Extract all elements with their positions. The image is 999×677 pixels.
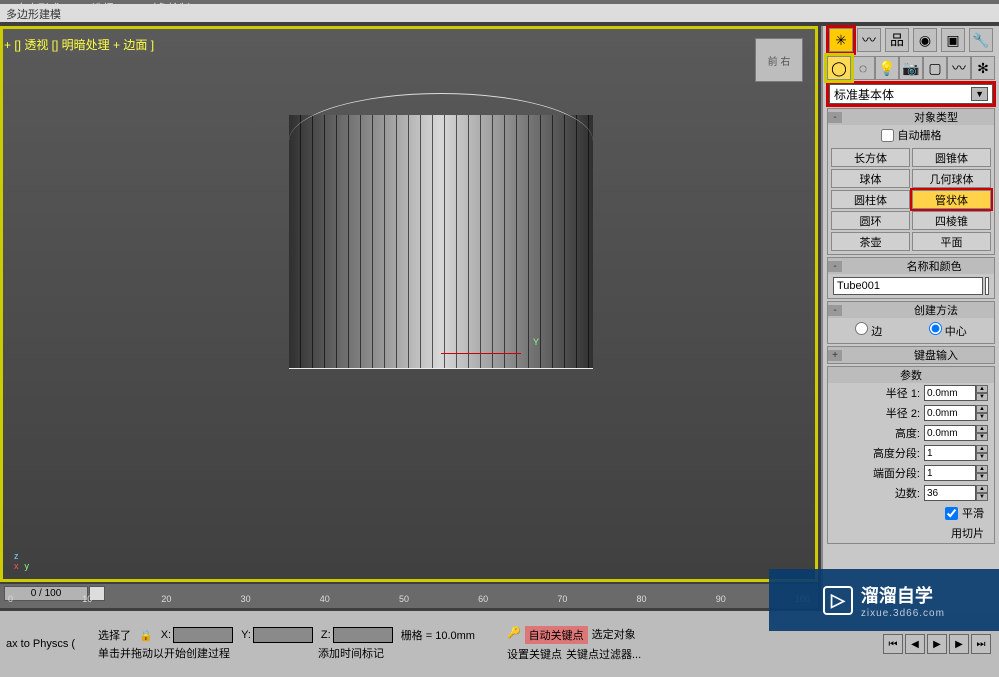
time-ruler: 01020 304050 607080 90100: [0, 594, 818, 608]
viewport-perspective[interactable]: Y: [0, 26, 818, 582]
maxscript-listener[interactable]: ax to Physcs (: [6, 638, 86, 650]
motion-tab-icon[interactable]: ◉: [913, 28, 937, 52]
prompt-line: 单击并拖动以开始创建过程: [98, 645, 230, 661]
geometry-category-dropdown[interactable]: 标准基本体 ▼: [829, 84, 993, 104]
rollout-toggle[interactable]: +: [828, 350, 842, 361]
radius1-spinner[interactable]: [924, 385, 976, 401]
rollout-toggle[interactable]: -: [828, 112, 842, 123]
autogrid-label: 自动栅格: [898, 127, 942, 143]
setkey-button[interactable]: 设置关键点: [507, 646, 562, 662]
prev-frame-icon[interactable]: ◀: [905, 634, 925, 654]
capseg-spinner[interactable]: [924, 465, 976, 481]
helpers-icon[interactable]: ▢: [923, 56, 947, 80]
sides-label: 边数:: [834, 485, 920, 501]
objtype-pyramid[interactable]: 四棱锥: [912, 211, 991, 230]
height-label: 高度:: [834, 425, 920, 441]
cameras-icon[interactable]: 📷: [899, 56, 923, 80]
rollout-title: 对象类型: [914, 109, 958, 125]
next-frame-icon[interactable]: ▶: [949, 634, 969, 654]
axis-tripod: z xy: [14, 551, 29, 571]
object-color-swatch[interactable]: [985, 277, 989, 295]
y-coord[interactable]: [253, 627, 313, 643]
add-time-tag[interactable]: 添加时间标记: [318, 645, 384, 661]
time-controls: ⏮ ◀ ▶ ▶ ⏭: [883, 634, 993, 654]
systems-icon[interactable]: ✻: [971, 56, 995, 80]
autokey-button[interactable]: 自动关键点: [525, 626, 588, 644]
smooth-checkbox[interactable]: [945, 507, 958, 520]
smooth-label: 平滑: [962, 505, 984, 521]
objtype-teapot[interactable]: 茶壶: [831, 232, 910, 251]
rollout-toggle[interactable]: -: [828, 305, 842, 316]
utilities-tab-icon[interactable]: 🔧: [969, 28, 993, 52]
objtype-sphere[interactable]: 球体: [831, 169, 910, 188]
grid-readout: 栅格 = 10.0mm: [401, 627, 475, 643]
hierarchy-tab-icon[interactable]: 品: [885, 28, 909, 52]
rollout-toggle[interactable]: -: [828, 261, 842, 272]
height-spinner[interactable]: [924, 425, 976, 441]
lights-icon[interactable]: 💡: [875, 56, 899, 80]
transform-gizmo[interactable]: Y: [441, 343, 533, 365]
objtype-geosphere[interactable]: 几何球体: [912, 169, 991, 188]
slice-label: 用切片: [951, 525, 984, 541]
shapes-icon[interactable]: ◌: [851, 56, 875, 80]
object-name-field[interactable]: [833, 277, 983, 295]
objtype-box[interactable]: 长方体: [831, 148, 910, 167]
tube-mesh: [289, 93, 593, 369]
viewport-label[interactable]: + [] 透视 [] 明暗处理 + 边面 ]: [4, 36, 154, 53]
chevron-down-icon: ▼: [971, 87, 988, 101]
modify-tab-icon[interactable]: 〰: [857, 28, 881, 52]
x-coord[interactable]: [173, 627, 233, 643]
time-slider[interactable]: 0 / 100 01020 304050 607080 90100: [0, 584, 818, 608]
radius1-label: 半径 1:: [834, 385, 920, 401]
heightseg-spinner[interactable]: [924, 445, 976, 461]
watermark: ▷ 溜溜自学 zixue.3d66.com: [769, 569, 999, 631]
edge-radio[interactable]: 边: [855, 322, 882, 339]
center-radio[interactable]: 中心: [929, 322, 967, 339]
object-type-grid: 长方体 圆锥体 球体 几何球体 圆柱体 管状体 圆环 四棱锥 茶壶 平面: [828, 145, 994, 254]
goto-end-icon[interactable]: ⏭: [971, 634, 991, 654]
goto-start-icon[interactable]: ⏮: [883, 634, 903, 654]
objtype-cylinder[interactable]: 圆柱体: [831, 190, 910, 209]
objtype-plane[interactable]: 平面: [912, 232, 991, 251]
create-tab-icon[interactable]: ✳: [829, 28, 853, 52]
rollout-title: 名称和颜色: [907, 258, 962, 274]
rollout-title: 参数: [900, 367, 922, 383]
objtype-cone[interactable]: 圆锥体: [912, 148, 991, 167]
keyfilter-button[interactable]: 关键点过滤器...: [566, 646, 641, 662]
menu-item[interactable]: 对象绘制: [130, 0, 206, 4]
heightseg-label: 高度分段:: [834, 445, 920, 461]
radius2-label: 半径 2:: [834, 405, 920, 421]
viewcube[interactable]: 前 右: [755, 38, 803, 82]
keymode-dropdown[interactable]: 选定对象: [592, 626, 636, 644]
rollout-title: 键盘输入: [914, 347, 958, 363]
play-icon[interactable]: ▶: [927, 634, 947, 654]
rollout-title: 创建方法: [914, 302, 958, 318]
z-coord[interactable]: [333, 627, 393, 643]
capseg-label: 端面分段:: [834, 465, 920, 481]
menu-item[interactable]: 选择: [76, 0, 130, 4]
objtype-torus[interactable]: 圆环: [831, 211, 910, 230]
display-tab-icon[interactable]: ▣: [941, 28, 965, 52]
spacewarps-icon[interactable]: 〰: [947, 56, 971, 80]
objtype-tube[interactable]: 管状体: [912, 190, 991, 209]
play-logo-icon: ▷: [823, 586, 853, 615]
radius2-spinner[interactable]: [924, 405, 976, 421]
autogrid-checkbox[interactable]: [881, 129, 894, 142]
sides-spinner[interactable]: [924, 485, 976, 501]
selection-count: 选择了: [98, 627, 131, 643]
menu-item[interactable]: 自由形式: [0, 0, 76, 4]
geometry-icon[interactable]: ◯: [827, 56, 851, 80]
